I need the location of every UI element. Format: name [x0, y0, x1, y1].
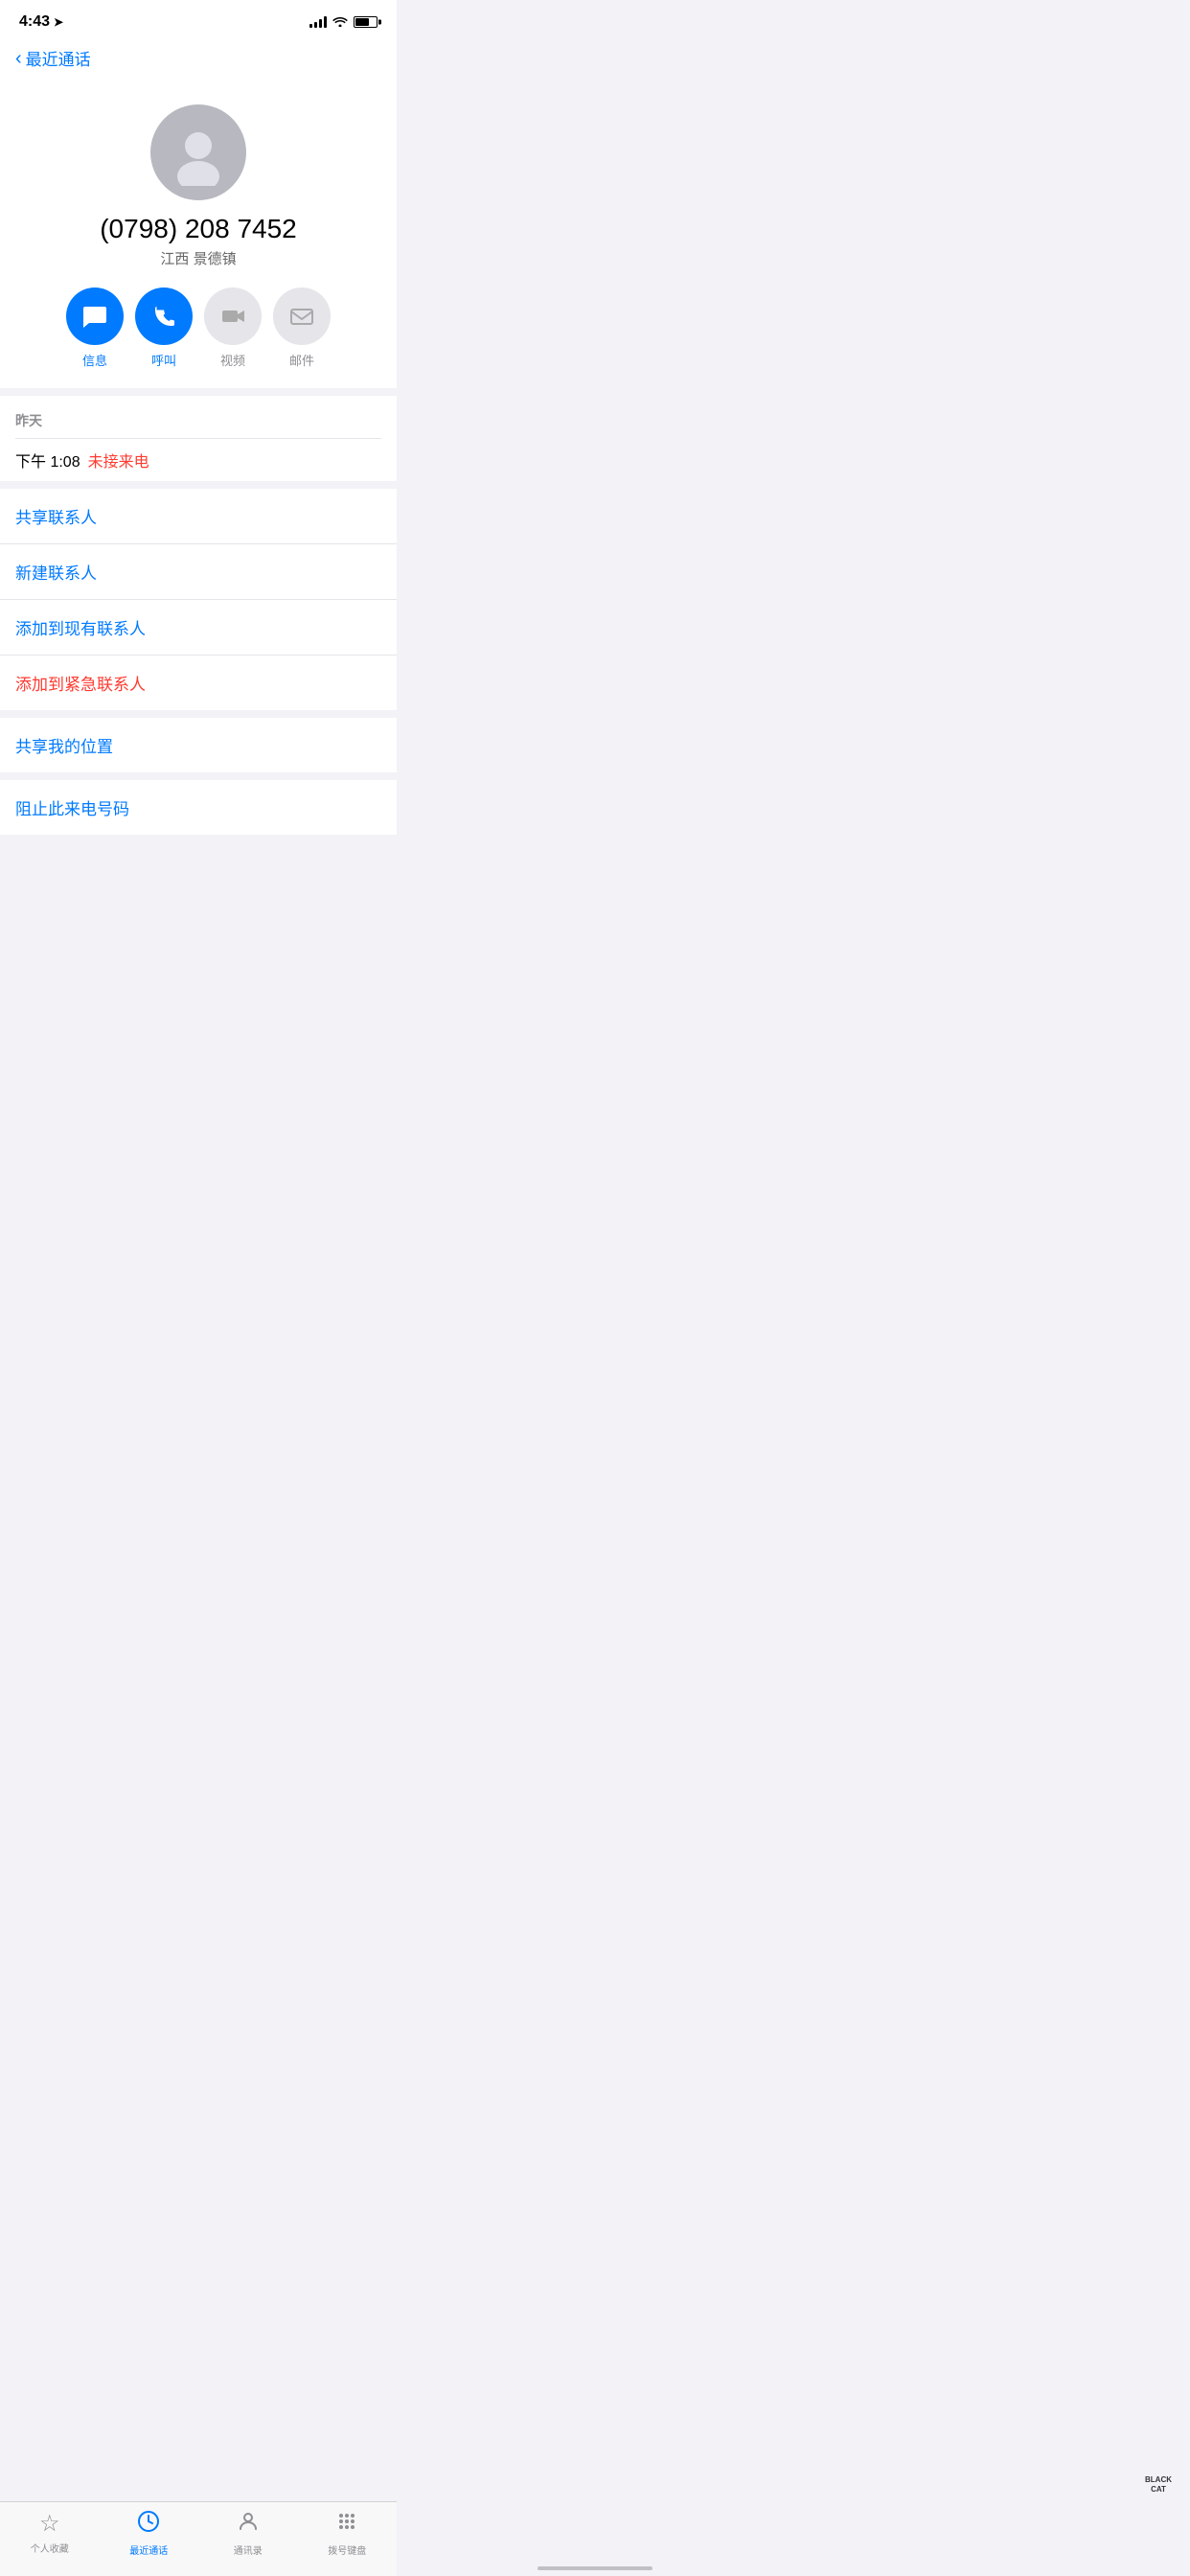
tab-keypad[interactable]: 拨号键盘	[298, 2510, 398, 2557]
block-number-label: 阻止此来电号码	[15, 800, 129, 818]
share-contact-label: 共享联系人	[15, 509, 97, 527]
section-divider-1	[0, 388, 397, 396]
section-divider-2	[0, 481, 397, 489]
share-location-label: 共享我的位置	[15, 738, 113, 756]
back-button[interactable]: ‹ 最近通话	[15, 46, 91, 70]
tab-bar: ☆ 个人收藏 最近通话 通讯录	[0, 2501, 397, 2576]
location-section: 共享我的位置	[0, 718, 397, 772]
section-divider-5	[0, 835, 397, 842]
video-action: 视频	[204, 288, 262, 369]
mail-button	[273, 288, 331, 345]
signal-icon	[309, 16, 327, 28]
new-contact-label: 新建联系人	[15, 564, 97, 583]
status-icons	[309, 15, 378, 30]
contact-actions-section: 共享联系人 新建联系人 添加到现有联系人 添加到紧急联系人	[0, 489, 397, 710]
mail-action: 邮件	[273, 288, 331, 369]
watermark: BLACKCAT	[1134, 2461, 1182, 2509]
date-label: 昨天	[15, 411, 381, 430]
new-contact-item[interactable]: 新建联系人	[0, 544, 397, 600]
add-existing-item[interactable]: 添加到现有联系人	[0, 600, 397, 656]
add-emergency-item[interactable]: 添加到紧急联系人	[0, 656, 397, 710]
person-icon	[237, 2510, 260, 2540]
call-row: 下午 1:08 未接来电	[15, 438, 381, 481]
tab-contacts-label: 通讯录	[234, 2542, 263, 2557]
contact-card: (0798) 208 7452 江西 景德镇 信息 呼叫	[0, 85, 397, 388]
tab-recents-label: 最近通话	[129, 2542, 168, 2557]
share-contact-item[interactable]: 共享联系人	[0, 489, 397, 544]
time-display: 4:43	[19, 13, 50, 31]
tab-recents[interactable]: 最近通话	[100, 2510, 199, 2557]
back-label: 最近通话	[26, 46, 91, 70]
share-location-item[interactable]: 共享我的位置	[0, 718, 397, 772]
tab-contacts[interactable]: 通讯录	[198, 2510, 298, 2557]
back-chevron-icon: ‹	[15, 49, 22, 68]
contact-location: 江西 景德镇	[160, 248, 236, 268]
add-emergency-label: 添加到紧急联系人	[15, 676, 146, 694]
call-status: 未接来电	[88, 448, 149, 472]
mail-label: 邮件	[289, 351, 314, 369]
block-number-item[interactable]: 阻止此来电号码	[0, 780, 397, 835]
block-section: 阻止此来电号码	[0, 780, 397, 835]
recent-calls-section: 昨天 下午 1:08 未接来电	[0, 396, 397, 481]
battery-icon	[354, 16, 378, 28]
header: ‹ 最近通话	[0, 36, 397, 85]
location-arrow-icon: ➤	[54, 15, 63, 29]
call-button[interactable]	[135, 288, 193, 345]
phone-number: (0798) 208 7452	[100, 214, 297, 244]
message-action[interactable]: 信息	[66, 288, 124, 369]
grid-icon	[335, 2510, 358, 2540]
add-existing-label: 添加到现有联系人	[15, 620, 146, 638]
call-action[interactable]: 呼叫	[135, 288, 193, 369]
call-time: 下午 1:08	[15, 448, 80, 472]
avatar	[150, 104, 246, 200]
action-buttons: 信息 呼叫 视频	[66, 288, 331, 369]
video-label: 视频	[220, 351, 245, 369]
clock-icon	[137, 2510, 160, 2540]
status-bar: 4:43 ➤	[0, 0, 397, 36]
message-label: 信息	[82, 351, 107, 369]
tab-keypad-label: 拨号键盘	[328, 2542, 366, 2557]
section-divider-4	[0, 772, 397, 780]
wifi-icon	[332, 15, 348, 30]
tab-favorites-label: 个人收藏	[31, 2541, 69, 2555]
call-label: 呼叫	[151, 351, 176, 369]
home-indicator	[538, 2566, 652, 2570]
tab-favorites[interactable]: ☆ 个人收藏	[0, 2510, 100, 2557]
video-button	[204, 288, 262, 345]
star-icon: ☆	[39, 2510, 60, 2538]
section-divider-3	[0, 710, 397, 718]
status-time: 4:43 ➤	[19, 13, 63, 31]
message-button[interactable]	[66, 288, 124, 345]
